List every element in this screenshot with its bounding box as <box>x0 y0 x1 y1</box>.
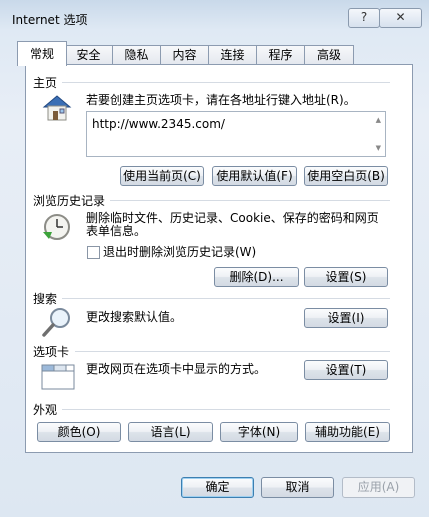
help-button[interactable]: ? <box>348 8 380 28</box>
tab-content[interactable]: 内容 <box>160 45 209 65</box>
window-title: Internet 选项 <box>12 13 88 27</box>
close-button[interactable]: ✕ <box>379 8 422 28</box>
delete-history-button[interactable]: 删除(D)... <box>214 267 299 287</box>
cancel-button[interactable]: 取消 <box>261 477 334 498</box>
homepage-description: 若要创建主页选项卡，请在各地址行键入地址(R)。 <box>86 93 356 107</box>
delete-on-exit-checkbox[interactable] <box>87 246 100 259</box>
tab-security[interactable]: 安全 <box>64 45 113 65</box>
use-current-button[interactable]: 使用当前页(C) <box>120 166 204 186</box>
scroll-up-icon[interactable]: ▲ <box>376 116 381 124</box>
tab-privacy[interactable]: 隐私 <box>112 45 161 65</box>
colors-button[interactable]: 颜色(O) <box>37 422 121 442</box>
search-divider <box>62 298 390 299</box>
tab-advanced[interactable]: 高级 <box>304 45 354 65</box>
history-clock-icon <box>40 212 74 242</box>
tab-connections[interactable]: 连接 <box>208 45 257 65</box>
scroll-down-icon[interactable]: ▼ <box>376 144 381 152</box>
homepage-url-text: http://www.2345.com/ <box>92 117 225 131</box>
tabs-divider <box>75 351 390 352</box>
search-heading: 搜索 <box>33 292 58 306</box>
tab-general[interactable]: 常规 <box>17 41 67 66</box>
tabs-settings-button[interactable]: 设置(T) <box>304 360 388 380</box>
tabs-window-icon <box>41 362 75 390</box>
search-settings-button[interactable]: 设置(I) <box>304 308 388 328</box>
languages-button[interactable]: 语言(L) <box>128 422 213 442</box>
homepage-divider <box>62 82 390 83</box>
history-heading: 浏览历史记录 <box>33 194 106 208</box>
tab-programs[interactable]: 程序 <box>256 45 305 65</box>
history-divider <box>110 200 390 201</box>
tabs-heading: 选项卡 <box>33 345 70 359</box>
homepage-heading: 主页 <box>33 76 58 90</box>
accessibility-button[interactable]: 辅助功能(E) <box>305 422 390 442</box>
appearance-divider <box>62 409 390 410</box>
apply-button[interactable]: 应用(A) <box>342 477 415 498</box>
home-icon <box>41 94 74 122</box>
use-default-button[interactable]: 使用默认值(F) <box>212 166 297 186</box>
delete-on-exit-label: 退出时删除浏览历史记录(W) <box>103 245 257 259</box>
appearance-heading: 外观 <box>33 403 58 417</box>
fonts-button[interactable]: 字体(N) <box>220 422 298 442</box>
search-description: 更改搜索默认值。 <box>86 310 183 324</box>
use-blank-button[interactable]: 使用空白页(B) <box>304 166 388 186</box>
tabs-description: 更改网页在选项卡中显示的方式。 <box>86 362 267 376</box>
homepage-url-field[interactable]: http://www.2345.com/ ▲ ▼ <box>86 111 386 157</box>
search-icon <box>41 306 73 338</box>
history-settings-button[interactable]: 设置(S) <box>304 267 388 287</box>
ok-button[interactable]: 确定 <box>181 477 254 498</box>
history-description-line2: 表单信息。 <box>86 224 147 238</box>
